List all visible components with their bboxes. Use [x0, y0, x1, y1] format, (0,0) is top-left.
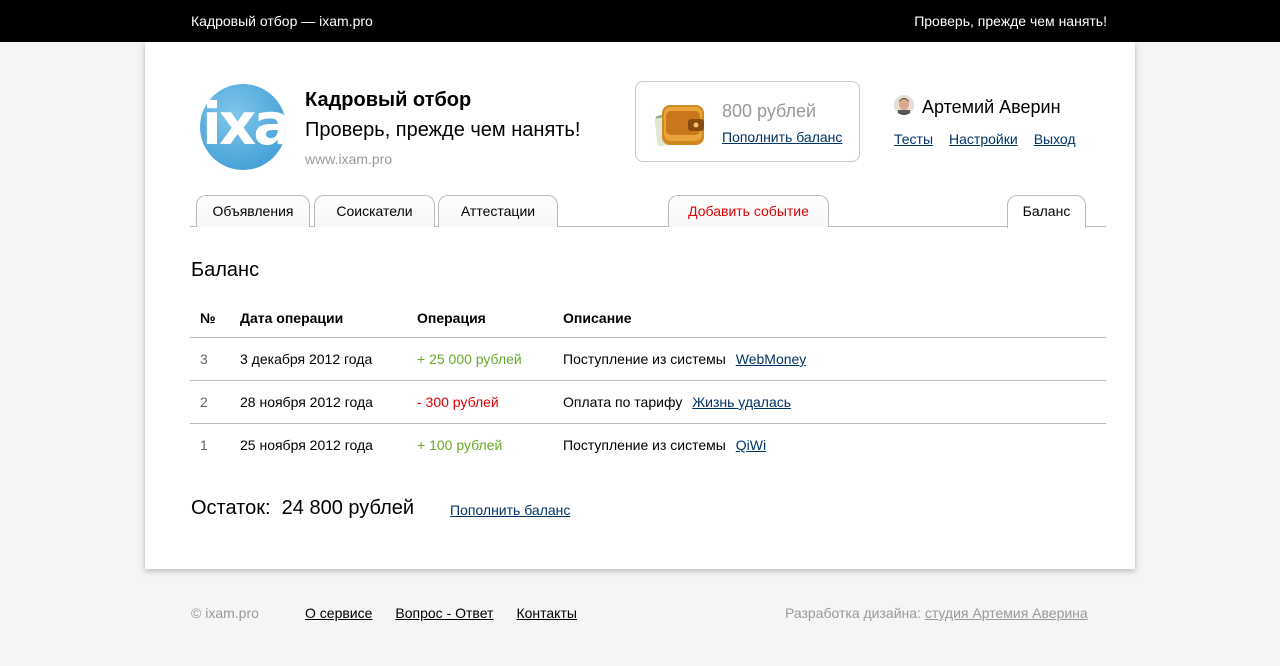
header-operation: Операция	[417, 310, 486, 326]
row-description-link[interactable]: WebMoney	[736, 351, 807, 367]
tab-vacancies[interactable]: Объявления	[196, 195, 310, 227]
wallet-amount: 800 рублей	[722, 101, 817, 121]
header-number: №	[200, 310, 216, 326]
user-menu: Тесты Настройки Выход	[894, 131, 1092, 147]
row-number: 1	[200, 437, 208, 453]
row-date: 3 декабря 2012 года	[240, 351, 373, 367]
user-name: Артемий Аверин	[922, 97, 1061, 117]
site-name: Кадровый отбор — ixam.pro	[191, 13, 373, 29]
footer-links: О сервисе Вопрос - Ответ Контакты	[305, 605, 600, 621]
tests-link[interactable]: Тесты	[894, 131, 933, 147]
tab-attestations[interactable]: Аттестации	[438, 195, 558, 227]
header-description: Описание	[563, 310, 632, 326]
settings-link[interactable]: Настройки	[949, 131, 1018, 147]
table-row: 2 28 ноября 2012 года - 300 рублей Оплат…	[190, 381, 1106, 424]
footer-about-link[interactable]: О сервисе	[305, 605, 372, 621]
brand-slogan: Проверь, прежде чем нанять!	[305, 119, 581, 141]
row-number: 2	[200, 394, 208, 410]
row-description-text: Поступление из системы	[563, 351, 726, 367]
avatar-icon	[894, 95, 914, 115]
footer-credit: Разработка дизайна: студия Артемия Авери…	[785, 605, 1088, 621]
top-bar: Кадровый отбор — ixam.pro Проверь, прежд…	[0, 0, 1280, 42]
row-operation: + 100 рублей	[417, 437, 503, 453]
balance-table: № Дата операции Операция Описание 3 3 де…	[190, 298, 1106, 467]
tab-applicants[interactable]: Соискатели	[314, 195, 435, 227]
row-date: 28 ноября 2012 года	[240, 394, 373, 410]
row-number: 3	[200, 351, 208, 367]
row-description: Оплата по тарифу Жизнь удалась	[563, 394, 791, 410]
balance-total: Остаток: 24 800 рублей	[191, 497, 414, 520]
row-operation: + 25 000 рублей	[417, 351, 522, 367]
brand-title: Кадровый отбор	[305, 89, 472, 111]
row-description: Поступление из системы WebMoney	[563, 351, 806, 367]
table-row: 3 3 декабря 2012 года + 25 000 рублей По…	[190, 338, 1106, 381]
main-card: ixa Кадровый отбор Проверь, прежде чем н…	[145, 42, 1135, 569]
logout-link[interactable]: Выход	[1034, 131, 1076, 147]
header-date: Дата операции	[240, 310, 344, 326]
table-header: № Дата операции Операция Описание	[190, 298, 1106, 338]
wallet-icon	[654, 105, 704, 147]
table-row: 1 25 ноября 2012 года + 100 рублей Посту…	[190, 424, 1106, 467]
wallet-topup-link[interactable]: Пополнить баланс	[722, 129, 842, 145]
footer-contacts-link[interactable]: Контакты	[516, 605, 576, 621]
row-description-link[interactable]: QiWi	[736, 437, 766, 453]
footer-credit-prefix: Разработка дизайна:	[785, 605, 921, 621]
user-avatar[interactable]	[894, 95, 914, 115]
row-description-link[interactable]: Жизнь удалась	[692, 394, 791, 410]
tab-balance[interactable]: Баланс	[1007, 195, 1086, 228]
site-tagline: Проверь, прежде чем нанять!	[914, 13, 1107, 29]
logo-text: ixa	[202, 90, 286, 158]
footer-faq-link[interactable]: Вопрос - Ответ	[395, 605, 493, 621]
balance-label: Остаток:	[191, 497, 271, 519]
row-description: Поступление из системы QiWi	[563, 437, 766, 453]
row-operation: - 300 рублей	[417, 394, 499, 410]
footer-copyright: © ixam.pro	[191, 605, 259, 621]
row-description-text: Поступление из системы	[563, 437, 726, 453]
footer-credit-link[interactable]: студия Артемия Аверина	[925, 605, 1088, 621]
balance-value: 24 800 рублей	[281, 497, 415, 519]
ixam-logo[interactable]: ixa	[200, 84, 286, 170]
tab-add-event[interactable]: Добавить событие	[668, 195, 829, 227]
row-date: 25 ноября 2012 года	[240, 437, 373, 453]
row-description-text: Оплата по тарифу	[563, 394, 683, 410]
brand-url: www.ixam.pro	[305, 151, 393, 167]
page-title: Баланс	[191, 259, 260, 281]
topup-balance-link[interactable]: Пополнить баланс	[450, 502, 570, 518]
wallet-box: 800 рублей Пополнить баланс	[635, 81, 860, 162]
